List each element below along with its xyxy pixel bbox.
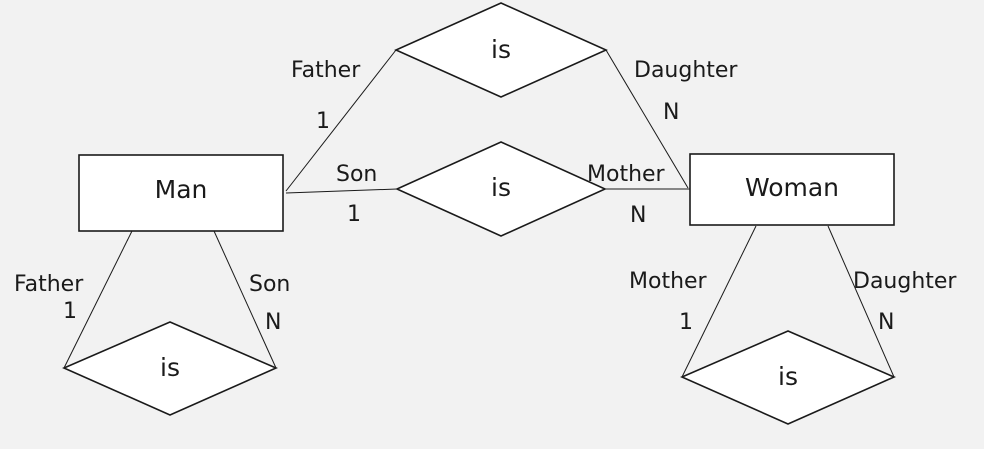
role-left-son: Son [249, 272, 290, 297]
entity-man-label: Man [155, 175, 208, 204]
role-top-father: Father [291, 58, 361, 83]
role-top-daughter: Daughter [634, 58, 738, 83]
entity-woman-label: Woman [745, 173, 839, 202]
role-right-daughter: Daughter [853, 269, 957, 294]
role-mid-son: Son [336, 162, 377, 187]
entity-woman[interactable]: Woman [689, 153, 895, 226]
role-left-father: Father [14, 272, 84, 297]
relationship-bottom-left-label: is [160, 353, 180, 382]
relationship-middle-label: is [491, 173, 511, 202]
cardinality-mid-son: 1 [347, 202, 361, 227]
cardinality-left-father: 1 [63, 299, 77, 324]
relationship-top-label: is [491, 35, 511, 64]
cardinality-right-daughter: N [878, 310, 894, 335]
role-right-mother: Mother [629, 269, 708, 294]
cardinality-top-father: 1 [316, 109, 330, 134]
cardinality-top-daughter: N [663, 100, 679, 125]
role-mid-mother: Mother [587, 162, 666, 187]
relationship-bottom-right-label: is [778, 362, 798, 391]
cardinality-mid-mother: N [630, 203, 646, 228]
er-diagram: Man Woman is is is is Father Daughter So… [0, 0, 984, 449]
cardinality-left-son: N [265, 310, 281, 335]
cardinality-right-mother: 1 [679, 310, 693, 335]
entity-man[interactable]: Man [78, 154, 284, 232]
